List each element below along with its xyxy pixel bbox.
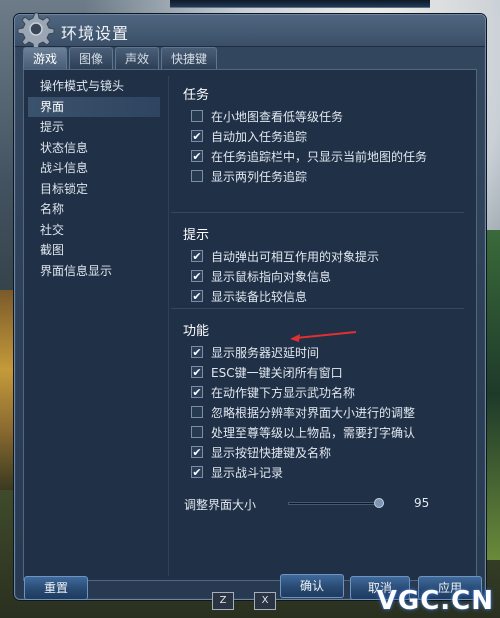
option-label: 显示装备比较信息 bbox=[211, 289, 308, 304]
section-title-hint: 提示 bbox=[183, 228, 210, 243]
option-label: 在小地图查看低等级任务 bbox=[211, 109, 344, 124]
option-label: 显示鼠标指向对象信息 bbox=[211, 269, 332, 284]
checkbox[interactable] bbox=[191, 110, 203, 122]
tab-sound[interactable]: 声效 bbox=[115, 47, 160, 69]
tab-hotkeys[interactable]: 快捷键 bbox=[161, 47, 218, 69]
checkbox[interactable] bbox=[191, 170, 203, 182]
section-task: 任务 在小地图查看低等级任务 ✔ 自动加入任务追踪 ✔ 在任务追踪栏中，只显示当… bbox=[169, 86, 470, 186]
option-label: 在任务追踪栏中，只显示当前地图的任务 bbox=[211, 149, 428, 164]
checkbox[interactable]: ✔ bbox=[191, 446, 203, 458]
ui-scale-slider-track[interactable] bbox=[288, 502, 384, 505]
checkbox[interactable]: ✔ bbox=[191, 270, 203, 282]
checkbox[interactable] bbox=[191, 426, 203, 438]
checkbox[interactable]: ✔ bbox=[191, 346, 203, 358]
tab-bar: 游戏 图像 声效 快捷键 bbox=[23, 47, 218, 69]
sidebar-item-target-lock[interactable]: 目标锁定 bbox=[28, 179, 160, 199]
option-row[interactable]: ✔ 显示战斗记录 bbox=[169, 462, 470, 482]
option-row[interactable]: ✔ 在任务追踪栏中，只显示当前地图的任务 bbox=[169, 146, 470, 166]
sidebar-item-names[interactable]: 名称 bbox=[28, 199, 160, 219]
option-row[interactable]: 在小地图查看低等级任务 bbox=[169, 106, 470, 126]
ui-scale-label: 调整界面大小 bbox=[184, 498, 257, 512]
window-title: 环境设置 bbox=[61, 24, 130, 43]
sidebar-item-screenshot[interactable]: 截图 bbox=[28, 240, 160, 260]
sidebar-item-hints[interactable]: 提示 bbox=[28, 117, 160, 137]
checkbox[interactable]: ✔ bbox=[191, 290, 203, 302]
option-row[interactable]: 显示两列任务追踪 bbox=[169, 166, 470, 186]
checkbox[interactable]: ✔ bbox=[191, 130, 203, 142]
option-label: 处理至尊等级以上物品，需要打字确认 bbox=[211, 425, 416, 440]
option-row[interactable]: ✔ 自动弹出可相互作用的对象提示 bbox=[169, 246, 470, 266]
background-scenery-right bbox=[486, 230, 500, 560]
option-row[interactable]: ✔ 在动作键下方显示武功名称 bbox=[169, 382, 470, 402]
ui-scale-slider-row: 调整界面大小 95 bbox=[168, 494, 470, 514]
option-row[interactable]: ✔ ESC键一键关闭所有窗口 bbox=[169, 362, 470, 382]
sidebar-item-combat-info[interactable]: 战斗信息 bbox=[28, 158, 160, 178]
option-row[interactable]: ✔ 显示服务器迟延时间 bbox=[169, 342, 470, 362]
annotation-arrow-icon bbox=[290, 331, 357, 342]
checkbox[interactable]: ✔ bbox=[191, 466, 203, 478]
option-row[interactable]: 忽略根据分辨率对界面大小进行的调整 bbox=[169, 402, 470, 422]
hotkey-slot[interactable]: Z bbox=[212, 592, 234, 610]
settings-window: 环境设置 游戏 图像 声效 快捷键 操作模式与镜头 界面 提示 状态信息 战斗信… bbox=[14, 12, 486, 600]
ui-scale-value: 95 bbox=[414, 496, 430, 510]
option-row[interactable]: ✔ 显示鼠标指向对象信息 bbox=[169, 266, 470, 286]
settings-content: 操作模式与镜头 界面 提示 状态信息 战斗信息 目标锁定 名称 社交 截图 界面… bbox=[23, 69, 477, 581]
checkbox[interactable] bbox=[191, 406, 203, 418]
watermark-logo: VGC.CN bbox=[376, 586, 494, 616]
section-feature: 功能 ✔ 显示服务器迟延时间 ✔ ESC键一键关闭所有窗口 ✔ 在动作键下方显示… bbox=[169, 322, 470, 482]
section-hint: 提示 ✔ 自动弹出可相互作用的对象提示 ✔ 显示鼠标指向对象信息 ✔ 显示装备比… bbox=[169, 226, 470, 306]
checkbox[interactable]: ✔ bbox=[191, 366, 203, 378]
sidebar-item-interface-info[interactable]: 界面信息显示 bbox=[28, 261, 160, 281]
option-label: 显示按钮快捷键及名称 bbox=[211, 445, 332, 460]
section-title-task: 任务 bbox=[183, 88, 210, 103]
game-top-bar bbox=[170, 0, 430, 8]
checkbox[interactable]: ✔ bbox=[191, 250, 203, 262]
sidebar-item-interface[interactable]: 界面 bbox=[28, 96, 160, 117]
sidebar-item-social[interactable]: 社交 bbox=[28, 220, 160, 240]
option-label: 显示服务器迟延时间 bbox=[211, 345, 320, 360]
tab-game[interactable]: 游戏 bbox=[23, 47, 68, 69]
option-label: ESC键一键关闭所有窗口 bbox=[211, 365, 343, 380]
option-label: 显示战斗记录 bbox=[211, 465, 284, 480]
section-divider bbox=[171, 212, 464, 213]
option-row[interactable]: ✔ 显示按钮快捷键及名称 bbox=[169, 442, 470, 462]
option-label: 显示两列任务追踪 bbox=[211, 169, 308, 184]
option-label: 自动加入任务追踪 bbox=[211, 129, 308, 144]
tab-graphics[interactable]: 图像 bbox=[69, 47, 114, 69]
sidebar-item-status-info[interactable]: 状态信息 bbox=[28, 138, 160, 158]
sidebar-item-controls-camera[interactable]: 操作模式与镜头 bbox=[28, 76, 160, 96]
settings-sidebar: 操作模式与镜头 界面 提示 状态信息 战斗信息 目标锁定 名称 社交 截图 界面… bbox=[28, 76, 160, 576]
checkbox[interactable]: ✔ bbox=[191, 386, 203, 398]
hotkey-slot[interactable]: X bbox=[254, 592, 276, 610]
option-row[interactable]: ✔ 自动加入任务追踪 bbox=[169, 126, 470, 146]
checkbox[interactable]: ✔ bbox=[191, 150, 203, 162]
window-titlebar[interactable]: 环境设置 bbox=[15, 12, 485, 50]
ui-scale-slider-handle[interactable] bbox=[374, 498, 385, 508]
option-label: 在动作键下方显示武功名称 bbox=[211, 385, 356, 400]
option-row[interactable]: ✔ 显示装备比较信息 bbox=[169, 286, 470, 306]
option-label: 自动弹出可相互作用的对象提示 bbox=[211, 249, 380, 264]
option-label: 忽略根据分辨率对界面大小进行的调整 bbox=[211, 405, 416, 420]
gear-icon bbox=[17, 12, 55, 50]
option-row[interactable]: 处理至尊等级以上物品，需要打字确认 bbox=[169, 422, 470, 442]
reset-button[interactable]: 重置 bbox=[24, 576, 88, 600]
section-divider bbox=[171, 308, 464, 309]
